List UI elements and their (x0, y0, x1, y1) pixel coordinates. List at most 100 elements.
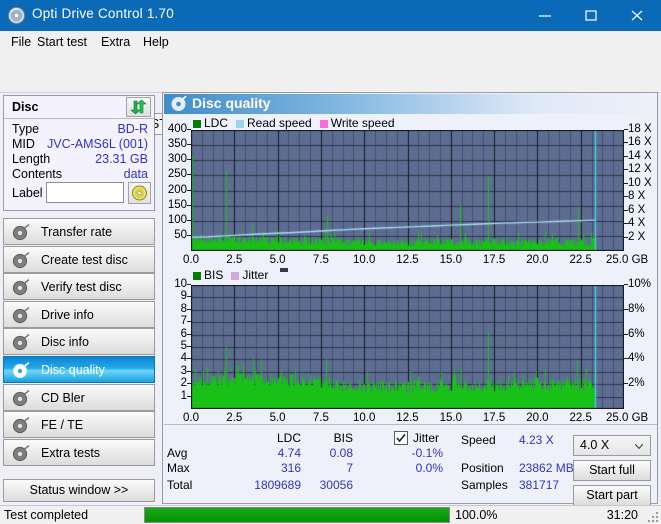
y-tick-mark (624, 358, 628, 359)
y-axis-tick-right: 12 X (628, 163, 652, 175)
y-axis-tick-left: 3 (166, 365, 187, 377)
y-tick-mark (624, 183, 628, 184)
y-tick-mark (624, 129, 628, 130)
speed-stat-label: Speed (461, 433, 496, 447)
sidebar-item-extra-tests[interactable]: Extra tests (3, 439, 155, 466)
maximize-button[interactable] (568, 0, 614, 31)
y-axis-tick-left: 6 (166, 328, 187, 340)
x-axis-tick: 17.5 (477, 254, 511, 266)
y-axis-tick-left: 150 (166, 199, 187, 211)
disc-label-button[interactable] (128, 182, 151, 204)
x-axis-tick: 7.5 (304, 254, 338, 266)
sidebar-item-label: Verify test disc (41, 280, 122, 294)
y-axis-tick-right: 6 X (628, 204, 645, 216)
y-tick-mark (624, 334, 628, 335)
menu-help[interactable]: Help (138, 34, 174, 50)
x-axis-tick: 15.0 (434, 412, 468, 424)
sidebar-item-create-test-disc[interactable]: Create test disc (3, 246, 155, 273)
menu-start-test[interactable]: Start test (32, 34, 92, 50)
test-speed-select[interactable]: 4.0 X (573, 435, 651, 456)
samples-stat-label: Samples (461, 478, 508, 492)
y-tick-mark (624, 284, 628, 285)
disc-icon (12, 445, 30, 462)
y-tick-mark (187, 220, 191, 221)
start-part-button[interactable]: Start part (573, 485, 651, 506)
y-axis-tick-right: 10 X (628, 177, 652, 189)
y-tick-mark (624, 156, 628, 157)
y-tick-mark (187, 205, 191, 206)
y-tick-mark (187, 371, 191, 372)
sidebar-item-cd-bler[interactable]: CD Bler (3, 384, 155, 411)
disc-icon (12, 390, 30, 407)
disc-row-mid: MID JVC-AMS6L (001) (4, 137, 154, 152)
disc-refresh-button[interactable] (126, 97, 151, 117)
y-axis-tick-left: 1 (166, 390, 187, 402)
y-tick-mark (187, 235, 191, 236)
y-tick-mark (624, 383, 628, 384)
disc-label-input[interactable] (46, 182, 124, 203)
jitter-marker (280, 268, 288, 272)
disc-row-value: data (124, 167, 148, 181)
y-axis-tick-right: 4% (628, 352, 645, 364)
opti-drive-control-window: Opti Drive Control 1.70 File Start test … (0, 0, 661, 524)
y-tick-mark (187, 190, 191, 191)
x-axis-tick: 17.5 (477, 412, 511, 424)
y-axis-tick-right: 6% (628, 328, 645, 340)
speed-stat-value: 4.23 X (519, 433, 554, 447)
samples-stat-value: 381717 (519, 478, 559, 492)
legend-entry-ldc: LDC (193, 116, 228, 130)
ldc-plot-area[interactable] (191, 130, 624, 251)
x-axis-tick: 12.5 (391, 412, 425, 424)
legend-entry-read-speed: Read speed (236, 116, 312, 130)
stats-col-ldc: LDC (251, 431, 301, 445)
disc-row-label: Contents (12, 167, 62, 181)
stats-max-bis: 7 (283, 461, 353, 475)
disc-panel-title: Disc (12, 100, 38, 114)
menu-extra[interactable]: Extra (96, 34, 135, 50)
y-tick-mark (624, 309, 628, 310)
jitter-label: Jitter (413, 431, 439, 445)
y-axis-tick-left: 4 (166, 352, 187, 364)
x-axis-tick: 20.0 (520, 254, 554, 266)
y-axis-tick-right: 8% (628, 303, 645, 315)
sidebar-item-disc-quality[interactable]: Disc quality (3, 356, 155, 383)
x-axis-tick: 25.0 GB (606, 254, 658, 266)
disc-icon (12, 307, 30, 324)
y-tick-mark (187, 284, 191, 285)
disc-quality-icon (170, 96, 187, 112)
y-tick-mark (624, 223, 628, 224)
sidebar-item-verify-test-disc[interactable]: Verify test disc (3, 273, 155, 300)
sidebar-item-drive-info[interactable]: Drive info (3, 301, 155, 328)
bis-plot-area[interactable] (191, 285, 624, 409)
x-axis-tick: 12.5 (391, 254, 425, 266)
status-window-button[interactable]: Status window >> (3, 479, 155, 502)
disc-label-caption: Label (12, 186, 43, 200)
sidebar-item-transfer-rate[interactable]: Transfer rate (3, 218, 155, 245)
progress-fill (145, 508, 449, 522)
minimize-button[interactable] (522, 0, 568, 31)
chevron-down-icon (635, 444, 643, 449)
y-tick-mark (624, 237, 628, 238)
legend-swatch (236, 120, 244, 128)
y-tick-mark (187, 321, 191, 322)
x-axis-tick: 0.0 (174, 412, 208, 424)
sidebar-item-disc-info[interactable]: Disc info (3, 328, 155, 355)
start-full-button[interactable]: Start full (573, 460, 651, 481)
y-axis-tick-left: 100 (166, 214, 187, 226)
y-axis-tick-right: 2% (628, 377, 645, 389)
resize-grip-icon[interactable] (648, 512, 659, 523)
disc-row-label: MID (12, 137, 35, 151)
progress-percent: 100.0% (455, 508, 497, 522)
close-button[interactable] (614, 0, 660, 31)
sidebar-item-fe-te[interactable]: FE / TE (3, 411, 155, 438)
y-tick-mark (187, 396, 191, 397)
x-axis-tick: 2.5 (217, 412, 251, 424)
jitter-checkbox[interactable] (394, 431, 408, 445)
y-axis-tick-left: 5 (166, 340, 187, 352)
x-axis-tick: 7.5 (304, 412, 338, 424)
x-axis-tick: 22.5 (564, 254, 598, 266)
progress-bar (144, 507, 450, 523)
legend-swatch (193, 272, 201, 280)
stats-row-avg-label: Avg (167, 446, 187, 460)
x-axis-tick: 0.0 (174, 254, 208, 266)
